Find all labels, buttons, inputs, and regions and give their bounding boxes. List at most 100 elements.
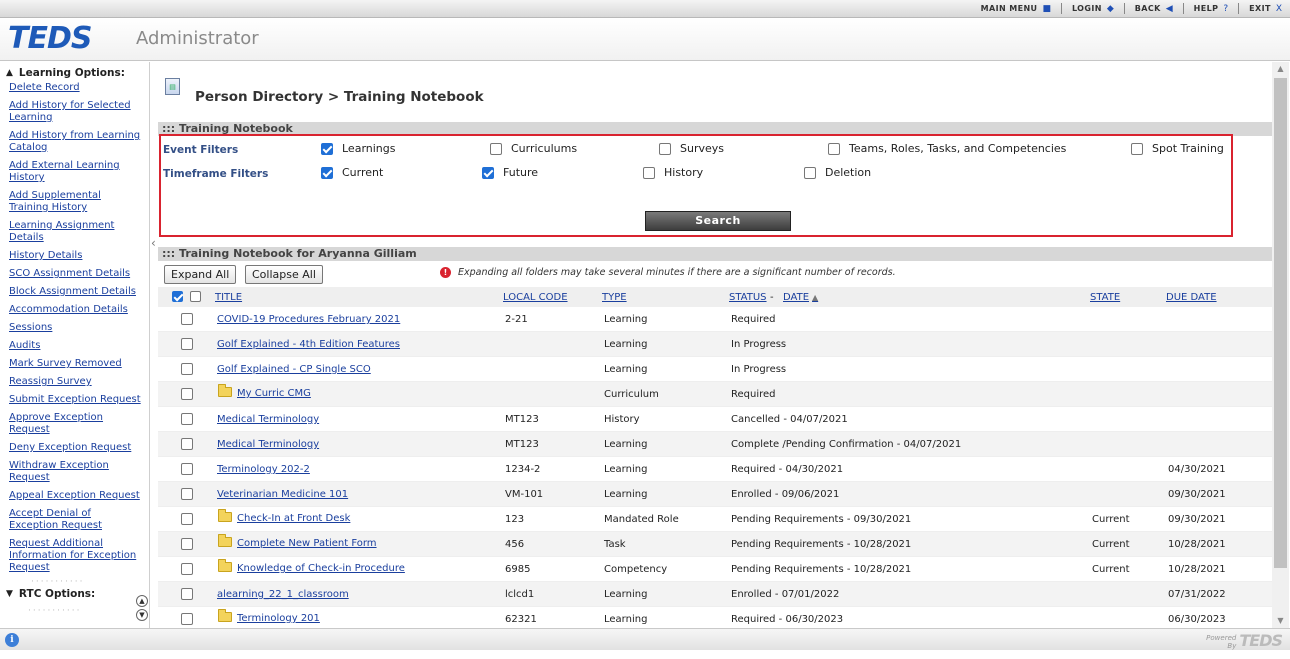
event-filter-checkbox[interactable] xyxy=(1131,142,1143,155)
row-title-link[interactable]: alearning_22_1_classroom xyxy=(217,589,349,600)
sidebar-item-request-additional-information-for-exception-request[interactable]: Request Additional Information for Excep… xyxy=(9,538,143,574)
rtc-options-title: RTC Options: xyxy=(18,588,96,600)
timeframe-filter-deletion[interactable]: Deletion xyxy=(804,166,871,179)
row-title-link[interactable]: Veterinarian Medicine 101 xyxy=(217,489,348,500)
top-nav-exit[interactable]: EXIT X xyxy=(1249,4,1282,14)
timeframe-filter-checkbox[interactable] xyxy=(643,166,655,179)
sidebar-item-delete-record[interactable]: Delete Record xyxy=(9,82,143,94)
sidebar-item-add-history-for-selected-learning[interactable]: Add History for Selected Learning xyxy=(9,100,143,124)
event-filter-learnings[interactable]: Learnings xyxy=(321,142,396,155)
row-title-link[interactable]: Terminology 201 xyxy=(237,613,320,624)
scroll-up-icon[interactable]: ▲ xyxy=(1272,62,1289,76)
learning-options-header[interactable]: ▲ Learning Options: xyxy=(0,62,149,79)
sidebar-scroll-down-icon[interactable]: ▼ xyxy=(136,609,148,621)
rtc-options-header[interactable]: ▼ RTC Options: xyxy=(6,588,95,600)
sidebar-item-appeal-exception-request[interactable]: Appeal Exception Request xyxy=(9,490,143,502)
row-select-checkbox[interactable] xyxy=(181,313,193,325)
row-title-link[interactable]: Medical Terminology xyxy=(217,439,319,450)
sidebar-item-history-details[interactable]: History Details xyxy=(9,250,143,262)
sidebar-item-add-external-learning-history[interactable]: Add External Learning History xyxy=(9,160,143,184)
sidebar-item-audits[interactable]: Audits xyxy=(9,340,143,352)
row-title-link[interactable]: Knowledge of Check-in Procedure xyxy=(237,563,405,574)
sidebar-item-submit-exception-request[interactable]: Submit Exception Request xyxy=(9,394,143,406)
col-type[interactable]: TYPE xyxy=(602,292,627,303)
sidebar-item-add-supplemental-training-history[interactable]: Add Supplemental Training History xyxy=(9,190,143,214)
sidebar-item-mark-survey-removed[interactable]: Mark Survey Removed xyxy=(9,358,143,370)
sidebar-item-accommodation-details[interactable]: Accommodation Details xyxy=(9,304,143,316)
col-status[interactable]: STATUS xyxy=(729,292,767,303)
row-select-checkbox[interactable] xyxy=(181,488,193,500)
info-icon[interactable]: i xyxy=(5,633,19,647)
event-filter-surveys[interactable]: Surveys xyxy=(659,142,724,155)
sidebar-item-add-history-from-learning-catalog[interactable]: Add History from Learning Catalog xyxy=(9,130,143,154)
folder-icon[interactable] xyxy=(218,609,232,622)
row-select-checkbox[interactable] xyxy=(181,613,193,625)
sidebar-item-accept-denial-of-exception-request[interactable]: Accept Denial of Exception Request xyxy=(9,508,143,532)
event-filter-curriculums[interactable]: Curriculums xyxy=(490,142,577,155)
top-nav-back[interactable]: BACK ◀ xyxy=(1135,4,1173,14)
event-filter-checkbox[interactable] xyxy=(659,142,671,155)
folder-icon[interactable] xyxy=(218,534,232,547)
event-filter-checkbox[interactable] xyxy=(828,142,840,155)
row-select-checkbox[interactable] xyxy=(181,388,193,400)
sidebar-item-deny-exception-request[interactable]: Deny Exception Request xyxy=(9,442,143,454)
event-filter-checkbox[interactable] xyxy=(490,142,502,155)
timeframe-filter-checkbox[interactable] xyxy=(321,166,333,179)
sidebar-item-reassign-survey[interactable]: Reassign Survey xyxy=(9,376,143,388)
timeframe-filter-history[interactable]: History xyxy=(643,166,703,179)
row-select-checkbox[interactable] xyxy=(181,438,193,450)
col-date[interactable]: DATE ▲ xyxy=(783,292,818,303)
timeframe-filter-current[interactable]: Current xyxy=(321,166,383,179)
scroll-thumb[interactable] xyxy=(1274,78,1287,568)
select-all-checked-checkbox[interactable] xyxy=(172,291,183,302)
sidebar-collapse-handle-icon[interactable]: ‹ xyxy=(151,236,156,250)
event-filter-spot-training[interactable]: Spot Training xyxy=(1131,142,1224,155)
timeframe-filter-checkbox[interactable] xyxy=(804,166,816,179)
row-title-link[interactable]: Terminology 202-2 xyxy=(217,464,310,475)
sidebar-item-sessions[interactable]: Sessions xyxy=(9,322,143,334)
row-select-checkbox[interactable] xyxy=(181,538,193,550)
row-select-checkbox[interactable] xyxy=(181,588,193,600)
row-title-link[interactable]: Golf Explained - 4th Edition Features xyxy=(217,339,400,350)
folder-icon[interactable] xyxy=(218,559,232,572)
col-title[interactable]: TITLE xyxy=(215,292,242,303)
sidebar-item-withdraw-exception-request[interactable]: Withdraw Exception Request xyxy=(9,460,143,484)
event-filter-teams-roles-tasks-and-competencies[interactable]: Teams, Roles, Tasks, and Competencies xyxy=(828,142,1066,155)
page-scrollbar[interactable]: ▲ ▼ xyxy=(1272,62,1289,628)
scroll-down-icon[interactable]: ▼ xyxy=(1272,614,1289,628)
select-none-checkbox[interactable] xyxy=(190,291,201,302)
row-select-checkbox[interactable] xyxy=(181,513,193,525)
row-title-link[interactable]: COVID-19 Procedures February 2021 xyxy=(217,314,400,325)
top-nav-login[interactable]: LOGIN ◆ xyxy=(1072,4,1114,14)
event-filter-checkbox[interactable] xyxy=(321,142,333,155)
expand-all-button[interactable]: Expand All xyxy=(164,265,237,284)
row-select-checkbox[interactable] xyxy=(181,413,193,425)
col-state[interactable]: STATE xyxy=(1090,292,1120,303)
row-select-checkbox[interactable] xyxy=(181,363,193,375)
search-button[interactable]: Search xyxy=(645,211,791,231)
row-title-link[interactable]: Check-In at Front Desk xyxy=(237,513,350,524)
sidebar-item-approve-exception-request[interactable]: Approve Exception Request xyxy=(9,412,143,436)
row-title-link[interactable]: Golf Explained - CP Single SCO xyxy=(217,364,371,375)
timeframe-filter-future[interactable]: Future xyxy=(482,166,538,179)
top-nav-main-menu[interactable]: MAIN MENU ■ xyxy=(981,4,1051,14)
row-status: In Progress xyxy=(731,339,787,350)
top-nav-help[interactable]: HELP? xyxy=(1194,4,1229,14)
row-title-link[interactable]: Complete New Patient Form xyxy=(237,538,377,549)
timeframe-filter-checkbox[interactable] xyxy=(482,166,494,179)
sidebar-item-learning-assignment-details[interactable]: Learning Assignment Details xyxy=(9,220,143,244)
col-local-code[interactable]: LOCAL CODE xyxy=(503,292,568,303)
sidebar-item-block-assignment-details[interactable]: Block Assignment Details xyxy=(9,286,143,298)
top-nav-separator xyxy=(1060,3,1062,14)
row-title-link[interactable]: Medical Terminology xyxy=(217,414,319,425)
col-due-date[interactable]: DUE DATE xyxy=(1166,292,1217,303)
row-select-checkbox[interactable] xyxy=(181,463,193,475)
sidebar-scroll-up-icon[interactable]: ▲ xyxy=(136,595,148,607)
sidebar-item-sco-assignment-details[interactable]: SCO Assignment Details xyxy=(9,268,143,280)
folder-icon[interactable] xyxy=(218,384,232,397)
collapse-all-button[interactable]: Collapse All xyxy=(245,265,323,284)
row-title-link[interactable]: My Curric CMG xyxy=(237,388,311,399)
row-select-checkbox[interactable] xyxy=(181,338,193,350)
folder-icon[interactable] xyxy=(218,509,232,522)
row-select-checkbox[interactable] xyxy=(181,563,193,575)
